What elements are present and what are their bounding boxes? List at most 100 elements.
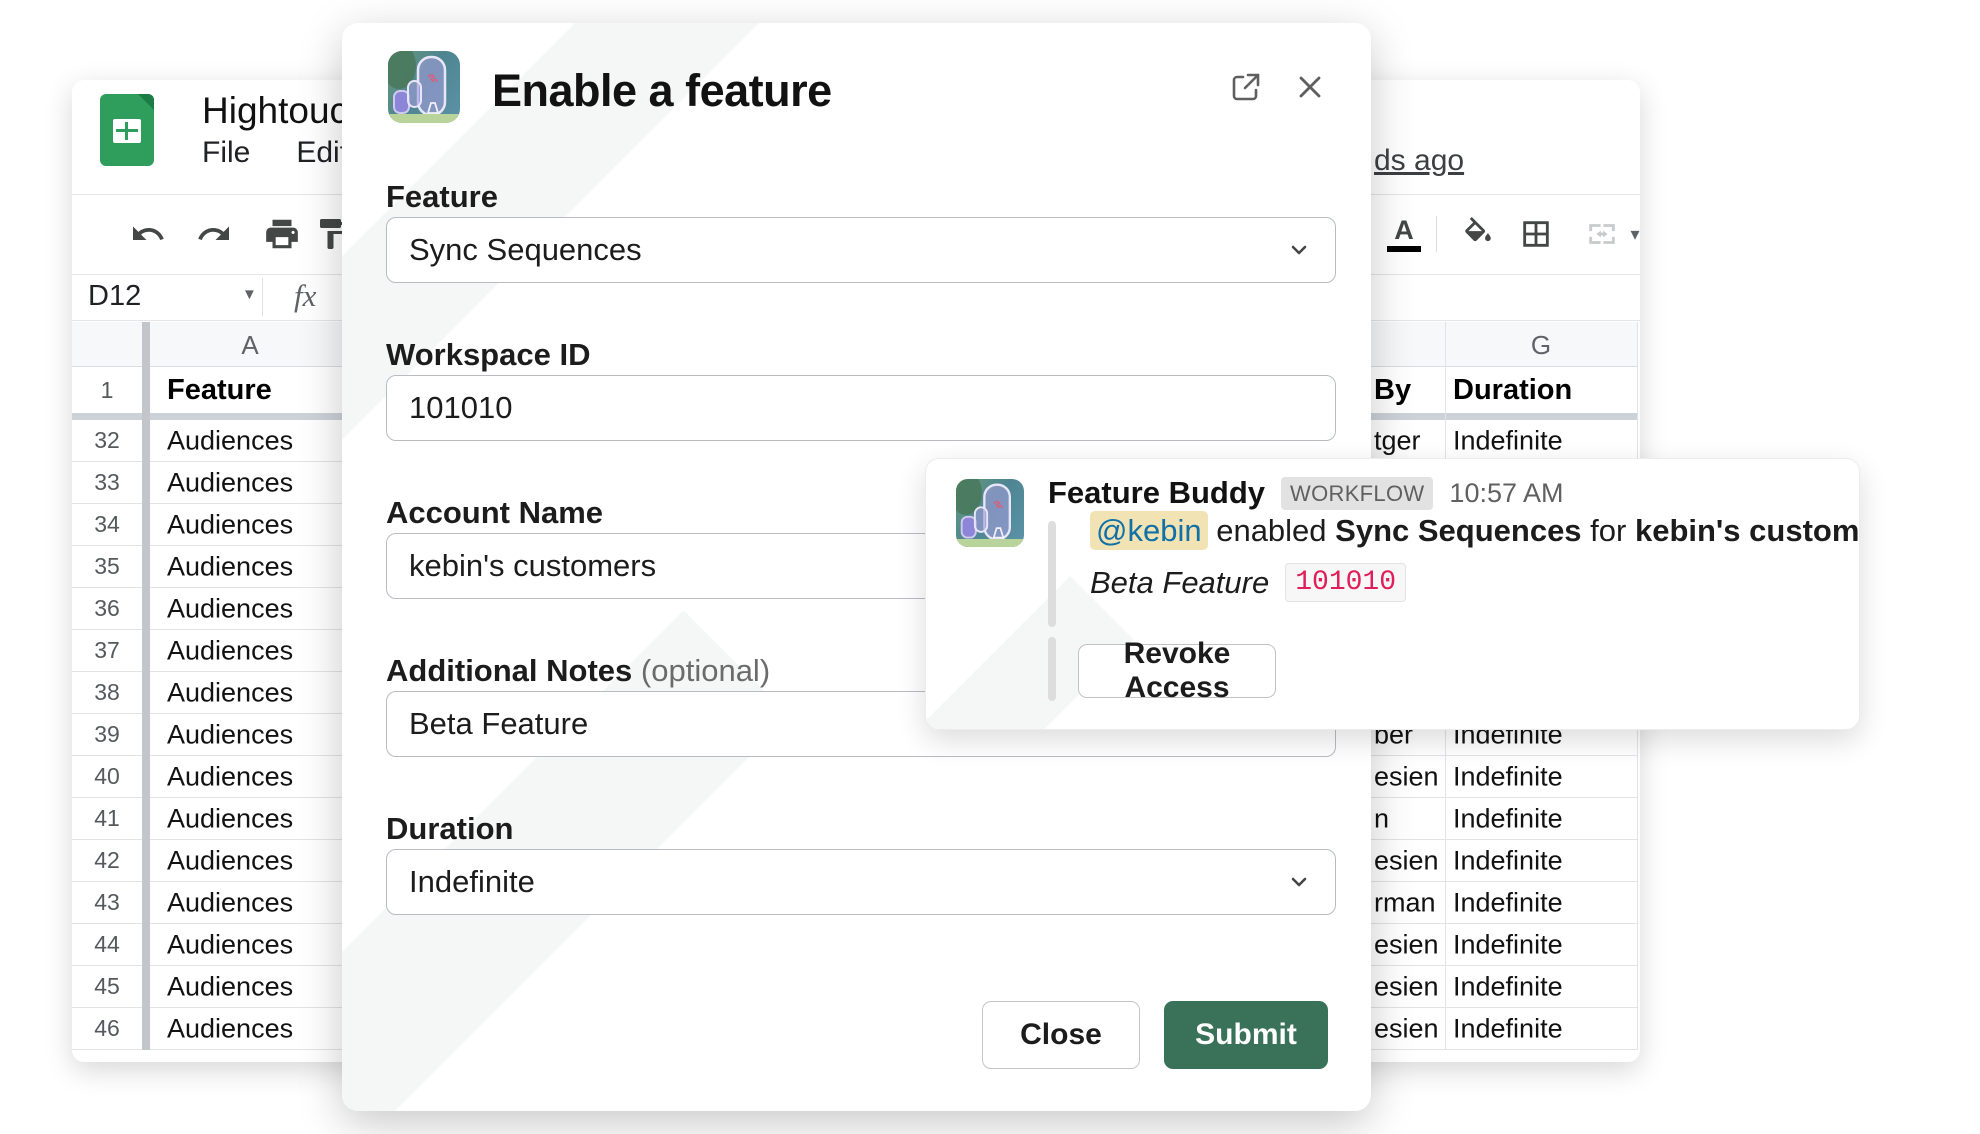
row-number[interactable]: 42 [72, 840, 142, 881]
message-line-1: @kebin enabled Sync Sequences for kebin'… [1090, 513, 1860, 549]
workspace-id-input[interactable] [386, 375, 1336, 441]
row-number[interactable]: 45 [72, 966, 142, 1007]
menu-file[interactable]: File [202, 136, 250, 170]
revoke-access-button[interactable]: Revoke Access [1078, 644, 1276, 698]
cell-feature[interactable]: Audiences [167, 509, 293, 540]
optional-hint: (optional) [641, 653, 770, 688]
page: Hightouc File Edit ds ago A [0, 0, 1980, 1134]
duration-select[interactable]: Indefinite [386, 849, 1336, 915]
row-number[interactable]: 34 [72, 504, 142, 545]
cell-by[interactable]: n [1374, 803, 1389, 834]
cell-by[interactable]: tger [1374, 425, 1421, 456]
cell-by[interactable]: esien [1374, 845, 1439, 876]
cell-feature[interactable]: Audiences [167, 971, 293, 1002]
text-color-icon[interactable]: A [1384, 214, 1424, 254]
cell-duration[interactable]: Indefinite [1453, 971, 1563, 1002]
sheets-table-glyph [112, 118, 142, 144]
column-header-g[interactable]: G [1445, 330, 1637, 361]
row-number[interactable]: 36 [72, 588, 142, 629]
cell-by[interactable]: esien [1374, 971, 1439, 1002]
duration-label: Duration [386, 811, 513, 847]
cell-duration[interactable]: Indefinite [1453, 845, 1563, 876]
cell-feature[interactable]: Audiences [167, 677, 293, 708]
cell-by[interactable]: esien [1374, 929, 1439, 960]
cell-feature[interactable]: Audiences [167, 467, 293, 498]
name-box-caret[interactable]: ▼ [242, 286, 257, 303]
account-name-label: Account Name [386, 495, 603, 531]
row-number[interactable]: 39 [72, 714, 142, 755]
spreadsheet-title[interactable]: Hightouc [202, 90, 348, 132]
cell-feature[interactable]: Audiences [167, 887, 293, 918]
modal-title: Enable a feature [492, 65, 832, 117]
print-icon[interactable] [262, 214, 302, 254]
cell-by[interactable]: esien [1374, 761, 1439, 792]
row-number[interactable]: 46 [72, 1008, 142, 1049]
row-number[interactable]: 43 [72, 882, 142, 923]
row-number[interactable]: 32 [72, 420, 142, 461]
chevron-down-icon [1285, 868, 1313, 896]
row-number[interactable]: 41 [72, 798, 142, 839]
toolbar-separator [1436, 216, 1437, 252]
last-edit-link[interactable]: ds ago [1374, 144, 1464, 178]
row-number[interactable]: 38 [72, 672, 142, 713]
google-sheets-icon[interactable] [100, 94, 154, 166]
cell-feature[interactable]: Audiences [167, 425, 293, 456]
name-box[interactable]: D12 [88, 280, 141, 313]
cell-header-by[interactable]: By [1374, 374, 1411, 407]
cell-duration[interactable]: Indefinite [1453, 761, 1563, 792]
chevron-down-icon [1285, 236, 1313, 264]
undo-icon[interactable] [128, 214, 168, 254]
redo-icon[interactable] [194, 214, 234, 254]
cell-duration[interactable]: Indefinite [1453, 1013, 1563, 1044]
feature-buddy-avatar [956, 479, 1024, 547]
workflow-app-icon [388, 51, 460, 123]
cell-header-feature[interactable]: Feature [167, 374, 272, 407]
row-number[interactable]: 35 [72, 546, 142, 587]
message-line-2: Beta Feature 101010 [1090, 563, 1406, 602]
borders-icon[interactable] [1516, 214, 1556, 254]
cell-by[interactable]: rman [1374, 887, 1436, 918]
row-number[interactable]: 44 [72, 924, 142, 965]
cell-feature[interactable]: Audiences [167, 593, 293, 624]
cell-feature[interactable]: Audiences [167, 761, 293, 792]
cell-feature[interactable]: Audiences [167, 803, 293, 834]
additional-notes-label: Additional Notes (optional) [386, 653, 770, 689]
cell-feature[interactable]: Audiences [167, 551, 293, 582]
sender-name[interactable]: Feature Buddy [1048, 475, 1265, 511]
fx-label: fx [294, 278, 316, 314]
toolbar-more-caret[interactable]: ▾ [1624, 214, 1640, 254]
row-number[interactable]: 37 [72, 630, 142, 671]
cell-feature[interactable]: Audiences [167, 635, 293, 666]
frozen-column-divider [142, 322, 150, 1050]
cell-by[interactable]: esien [1374, 1013, 1439, 1044]
attachment-bar [1048, 637, 1056, 701]
close-icon[interactable] [1290, 67, 1330, 107]
cell-feature[interactable]: Audiences [167, 845, 293, 876]
duration-select-value: Indefinite [409, 864, 535, 900]
row-number[interactable]: 40 [72, 756, 142, 797]
close-button[interactable]: Close [982, 1001, 1140, 1069]
cell-duration[interactable]: Indefinite [1453, 929, 1563, 960]
column-header-a[interactable]: A [150, 330, 350, 361]
feature-label: Feature [386, 179, 498, 215]
cell-header-duration[interactable]: Duration [1453, 374, 1572, 407]
submit-button[interactable]: Submit [1164, 1001, 1328, 1069]
cell-duration[interactable]: Indefinite [1453, 887, 1563, 918]
workflow-badge: WORKFLOW [1281, 477, 1433, 510]
merge-cells-icon[interactable] [1582, 214, 1622, 254]
message-timestamp[interactable]: 10:57 AM [1449, 478, 1563, 509]
open-external-icon[interactable] [1226, 67, 1266, 107]
feature-select[interactable]: Sync Sequences [386, 217, 1336, 283]
fill-color-icon[interactable] [1458, 214, 1498, 254]
sheets-icon-fold [138, 94, 154, 110]
row-number[interactable]: 1 [72, 367, 142, 413]
user-mention[interactable]: @kebin [1090, 511, 1208, 550]
workspace-id-code: 101010 [1285, 563, 1406, 602]
cell-feature[interactable]: Audiences [167, 1013, 293, 1044]
cell-feature[interactable]: Audiences [167, 929, 293, 960]
cell-feature[interactable]: Audiences [167, 719, 293, 750]
cell-duration[interactable]: Indefinite [1453, 425, 1563, 456]
row-number[interactable]: 33 [72, 462, 142, 503]
menu-edit[interactable]: Edit [296, 136, 348, 170]
cell-duration[interactable]: Indefinite [1453, 803, 1563, 834]
